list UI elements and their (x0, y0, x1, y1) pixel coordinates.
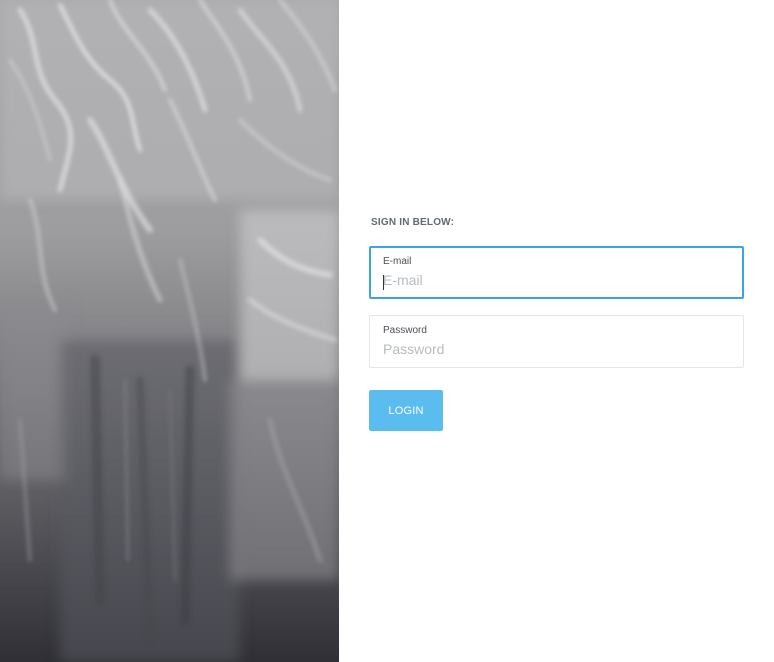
text-caret (383, 275, 384, 290)
email-input[interactable] (383, 271, 723, 289)
hero-image (0, 0, 339, 662)
email-label: E-mail (383, 256, 412, 267)
email-field[interactable]: E-mail (369, 246, 744, 299)
password-input[interactable] (383, 340, 723, 358)
login-form: SIGN IN BELOW: E-mail Password (369, 216, 744, 384)
login-button[interactable]: LOGIN (369, 390, 443, 431)
form-heading: SIGN IN BELOW: (371, 217, 455, 228)
password-field[interactable]: Password (369, 315, 744, 368)
login-page: SIGN IN BELOW: E-mail Password LOGIN (0, 0, 774, 662)
password-label: Password (383, 325, 427, 336)
